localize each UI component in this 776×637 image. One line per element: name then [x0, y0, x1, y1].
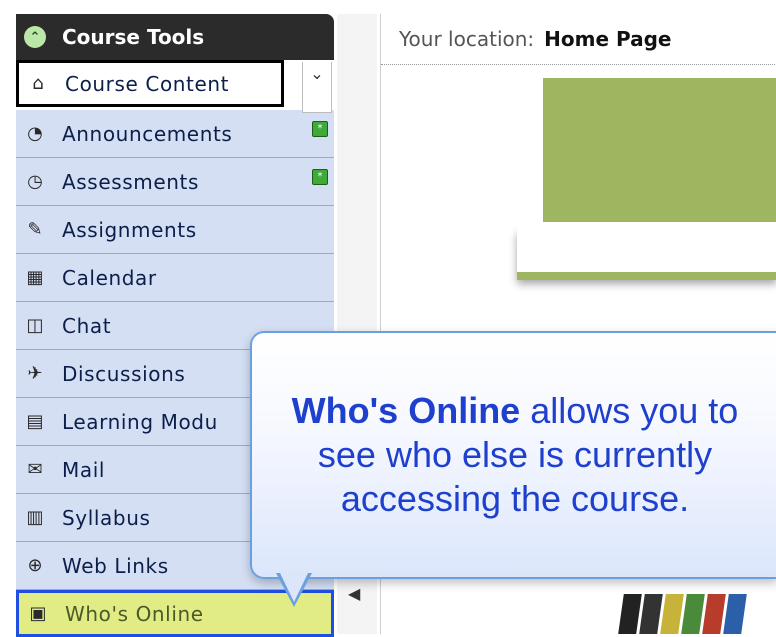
collapse-left-icon[interactable]: ◀: [348, 584, 360, 603]
sidebar-item-calendar[interactable]: ▦ Calendar: [16, 254, 334, 302]
sidebar-item-label: Chat: [62, 313, 112, 338]
who-online-icon: ▣: [29, 603, 47, 624]
sidebar-title: Course Tools: [62, 25, 205, 49]
sidebar-item-assignments[interactable]: ✎ Assignments: [16, 206, 334, 254]
web-link-icon: ⊕: [27, 555, 43, 576]
sidebar-header: ⌃ Course Tools: [16, 14, 334, 60]
books-image: [618, 594, 776, 634]
whos-online-callout: Who's Online allows you to see who else …: [250, 331, 776, 579]
sidebar-item-label: Web Links: [62, 553, 169, 578]
chat-icon: ◫: [26, 315, 44, 336]
location-prefix: Your location:: [399, 27, 535, 51]
assignment-icon: ✎: [27, 219, 43, 240]
sidebar-item-label: Discussions: [62, 361, 186, 386]
sidebar-item-assessments[interactable]: ◷ Assessments *: [16, 158, 334, 206]
sidebar-item-course-content[interactable]: ⌂ Course Content: [16, 60, 284, 107]
callout-pointer: [276, 571, 312, 607]
new-item-badge: *: [312, 169, 328, 185]
breadcrumb: Your location: Home Page: [381, 14, 776, 65]
banner-image: [543, 78, 776, 222]
home-icon: ⌂: [32, 73, 44, 94]
sidebar-item-label: Mail: [62, 457, 106, 482]
sidebar-item-label: Syllabus: [62, 505, 151, 530]
sidebar-item-label: Announcements: [62, 121, 233, 146]
location-page: Home Page: [544, 27, 672, 51]
calendar-icon: ▦: [26, 267, 44, 288]
callout-highlight: Who's Online: [291, 390, 521, 431]
sidebar-item-label: Calendar: [62, 265, 157, 290]
banner-card: [517, 222, 776, 272]
mail-icon: ✉: [27, 459, 43, 480]
new-item-badge: *: [312, 121, 328, 137]
sidebar-item-label: Assessments: [62, 169, 199, 194]
syllabus-icon: ▥: [26, 507, 44, 528]
sidebar-item-label: Course Content: [65, 71, 230, 96]
learning-module-icon: ▤: [26, 411, 44, 432]
chevron-double-down-icon[interactable]: ⌄: [302, 62, 332, 113]
announcement-icon: ◔: [27, 123, 43, 144]
callout-text: Who's Online allows you to see who else …: [260, 389, 770, 521]
discussion-icon: ✈: [27, 363, 43, 384]
sidebar-item-announcements[interactable]: ◔ Announcements *: [16, 110, 334, 158]
sidebar-item-label: Who's Online: [65, 601, 204, 626]
assessment-icon: ◷: [27, 171, 43, 192]
collapse-up-icon[interactable]: ⌃: [24, 26, 46, 48]
sidebar-item-label: Learning Modu: [62, 409, 218, 434]
sidebar-item-label: Assignments: [62, 217, 197, 242]
